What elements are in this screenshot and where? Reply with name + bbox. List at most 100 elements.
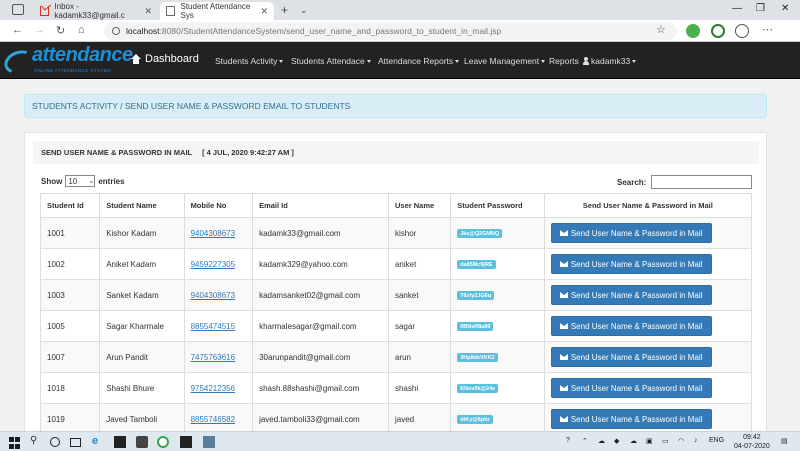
grammarly-icon[interactable] [711,24,725,38]
help-icon[interactable]: ? [566,437,570,444]
site-info-icon[interactable] [112,27,120,35]
send-button-label: Send User Name & Password in Mail [570,290,703,300]
mail-panel: SEND USER NAME & PASSWORD IN MAIL [ 4 JU… [24,132,767,431]
menu-students-activity[interactable]: Students Activity [215,56,284,66]
back-icon[interactable]: ← [12,24,23,36]
terminal-icon[interactable] [180,436,192,448]
edge-icon[interactable]: e [92,435,104,447]
home-icon[interactable]: ⌂ [78,24,85,36]
password-badge: KNov9k@24e [457,384,499,394]
header-student-name[interactable]: Student Name [99,193,185,218]
dropbox-icon[interactable]: ◆ [614,437,619,445]
close-window-icon[interactable]: ✕ [781,3,789,14]
network-icon[interactable]: ▣ [646,437,653,445]
panel-title: SEND USER NAME & PASSWORD IN MAIL [41,148,192,157]
cell-password: da85Mc9jRE [450,248,545,280]
mobile-link[interactable]: 8855474515 [191,322,236,331]
cell-email: kadamsanket02@gmail.com [252,279,389,311]
send-credentials-button[interactable]: Send User Name & Password in Mail [550,378,712,398]
header-password[interactable]: Student Password [450,193,545,218]
extension-icon[interactable] [686,24,700,38]
header-username[interactable]: User Name [387,193,452,218]
search-icon[interactable]: ⚲ [30,435,42,447]
task-view-icon[interactable] [70,438,81,447]
header-email[interactable]: Email Id [252,193,389,218]
tab-gmail[interactable]: Inbox - kadamk33@gmail.c ✕ [34,2,158,20]
cortana-icon[interactable] [50,437,60,447]
header-student-id[interactable]: Student Id [39,193,101,218]
send-credentials-button[interactable]: Send User Name & Password in Mail [550,409,712,429]
home-icon [131,54,141,64]
attendance-logo[interactable]: attendance ONLINE ATTENDANCE SYSTEM [1,43,133,78]
mobile-link[interactable]: 9404308673 [191,229,236,238]
cell-password: T6zfy2JG6q [450,279,545,311]
password-badge: da85Mc9jRE [457,260,496,270]
onedrive-icon[interactable]: ☁ [598,437,605,445]
clock[interactable]: 09:42 04-07-2020 [734,433,770,451]
show-label: Show [41,176,63,186]
cell-email: shash.88shashi@gmail.com [252,372,389,404]
dashboard-link[interactable]: Dashboard [131,53,199,65]
cloud-icon[interactable]: ☁ [630,437,637,445]
windows-start-icon[interactable] [9,437,21,449]
user-icon [583,57,589,65]
send-credentials-button[interactable]: Send User Name & Password in Mail [550,285,712,305]
cell-student-name: Kishor Kadam [99,217,185,249]
send-credentials-button[interactable]: Send User Name & Password in Mail [550,347,712,367]
caret-down-icon [455,60,460,64]
header-send-mail[interactable]: Send User Name & Password in Mail [543,193,753,218]
close-tab-icon[interactable]: ✕ [260,6,268,17]
search-label: Search: [617,177,647,187]
bookmark-star-icon[interactable]: ☆ [656,23,666,36]
tab-student-attendance[interactable]: Student Attendance Sys ✕ [160,2,274,20]
cell-password: 0BNsR8a89 [450,310,545,342]
menu-attendance-reports[interactable]: Attendance Reports [378,56,460,66]
cell-mobile: 7475763616 [183,341,254,373]
mobile-link[interactable]: 7475763616 [191,353,236,362]
refresh-icon[interactable]: ↻ [56,24,65,37]
new-tab-icon[interactable]: + [281,3,288,17]
envelope-icon [559,230,568,236]
menu-user[interactable]: kadamk33 [583,56,637,66]
browser-menu-icon[interactable]: ⋯ [762,23,773,36]
send-button-label: Send User Name & Password in Mail [570,228,703,238]
maximize-icon[interactable]: ❐ [756,3,765,14]
mobile-link[interactable]: 9459227305 [191,260,236,269]
page-size-select[interactable]: 10 ⌄ [65,175,96,187]
cell-mobile: 9404308673 [183,217,254,249]
tab-list-chevron-icon[interactable]: ⌄ [300,5,308,16]
cell-email: kharmalesagar@gmail.com [252,310,389,342]
mobile-link[interactable]: 9404308673 [191,291,236,300]
address-bar[interactable]: localhost:8080/StudentAttendanceSystem/s… [104,22,677,40]
profile-icon[interactable] [735,24,749,38]
mobile-link[interactable]: 8855746582 [191,415,236,424]
send-credentials-button[interactable]: Send User Name & Password in Mail [550,254,712,274]
forward-icon[interactable]: → [34,24,45,36]
app-icon[interactable] [136,436,148,448]
cell-username: aniket [387,248,452,280]
menu-reports[interactable]: Reports [549,56,579,66]
battery-icon[interactable]: ▭ [662,437,669,445]
header-mobile[interactable]: Mobile No [183,193,254,218]
wifi-icon[interactable]: ◠ [678,437,684,445]
terminal-icon[interactable] [114,436,126,448]
user-label: kadamk33 [591,56,631,66]
tab-actions-icon[interactable] [12,4,24,15]
send-credentials-button[interactable]: Send User Name & Password in Mail [550,316,712,336]
volume-icon[interactable]: ♪ [694,437,698,444]
menu-leave-management[interactable]: Leave Management [464,56,546,66]
dashboard-label: Dashboard [145,53,199,65]
notifications-icon[interactable]: ▤ [781,437,788,445]
mobile-link[interactable]: 9754212356 [191,384,236,393]
chrome-icon[interactable] [157,436,169,448]
minimize-icon[interactable]: — [732,3,742,14]
search-input[interactable] [651,175,753,189]
close-tab-icon[interactable]: ✕ [144,6,152,17]
envelope-icon [559,292,568,298]
caret-down-icon [279,60,284,64]
language-indicator[interactable]: ENG [709,437,724,444]
send-credentials-button[interactable]: Send User Name & Password in Mail [550,223,712,243]
menu-students-attendance[interactable]: Students Attendace [291,56,371,66]
app-icon[interactable] [203,436,215,448]
tray-chevron-icon[interactable]: ⌃ [582,437,588,445]
